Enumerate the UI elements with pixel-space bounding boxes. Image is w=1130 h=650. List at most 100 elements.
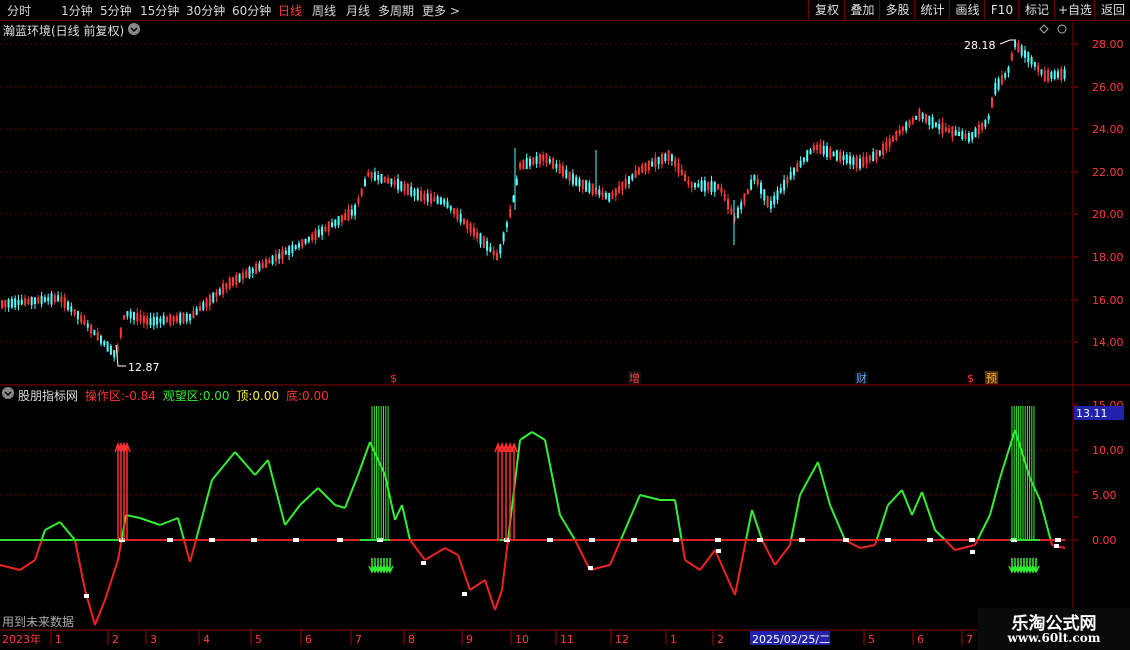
candle-body	[700, 180, 703, 191]
candle-body	[713, 181, 716, 192]
candle-body	[562, 166, 564, 177]
candle-body	[96, 332, 99, 341]
event-marker-dividend[interactable]: $	[390, 372, 397, 385]
candle-body	[773, 195, 776, 205]
candle-body	[380, 174, 383, 183]
indicator-grid	[0, 404, 1078, 541]
candle-body	[1053, 70, 1056, 80]
candle-body	[604, 192, 607, 199]
indicator-segment	[177, 517, 185, 541]
candle-body	[10, 298, 13, 308]
x-tick-label: 5	[868, 633, 875, 646]
indicator-segment	[267, 459, 286, 526]
candle-body	[634, 170, 637, 178]
price-tick-label: 24.00	[1092, 123, 1124, 136]
candle-body	[756, 178, 759, 185]
indicator-segment	[494, 589, 503, 611]
event-marker-dividend-2[interactable]: $	[967, 372, 974, 385]
candle-body	[892, 136, 894, 142]
candle-body	[654, 157, 657, 167]
candle-body	[888, 138, 891, 147]
candle-body	[294, 245, 297, 250]
candle-body	[245, 270, 248, 278]
price-panel-title: 瀚蓝环境(日线 前复权)	[3, 24, 125, 38]
candle-body	[410, 186, 413, 196]
candle-body	[278, 253, 281, 259]
candle-body	[80, 314, 83, 323]
candle-body	[304, 238, 307, 244]
candle-body	[895, 130, 898, 141]
candle-body	[60, 296, 63, 303]
candle-body	[908, 120, 911, 127]
price-tick-label: 18.00	[1092, 251, 1124, 264]
candle-body	[476, 231, 479, 239]
candle-body	[301, 239, 304, 248]
candle-body	[845, 154, 848, 164]
baseline-marker	[377, 538, 383, 542]
candle-body	[331, 222, 333, 228]
indicator-segment	[44, 521, 61, 531]
candle-body	[1037, 65, 1040, 72]
candle-body	[690, 182, 693, 188]
candle-body	[984, 119, 987, 127]
candle-body	[558, 163, 561, 174]
candle-body	[67, 301, 69, 310]
candle-body	[268, 259, 271, 264]
candle-body	[786, 176, 789, 184]
candle-body	[502, 232, 505, 242]
candle-body	[390, 178, 393, 185]
candle-body	[321, 226, 324, 236]
candle-body	[397, 178, 399, 190]
y-tick-labels: 28.00 26.00 24.00 22.00 20.00 18.00 16.00 14.00…	[1092, 38, 1124, 547]
baseline-marker	[337, 538, 343, 542]
indicator-segment	[183, 539, 191, 563]
candle-body	[162, 315, 165, 325]
indicator-legend: 股朋指标网 操作区:-0.84 观望区:0.00 顶:0.00 底:0.00	[18, 387, 329, 404]
turn-marker	[1054, 544, 1059, 548]
candle-body	[664, 153, 667, 161]
candle-body	[486, 241, 489, 251]
event-marker-finance[interactable]: 财	[856, 371, 867, 385]
candle-body	[694, 183, 696, 188]
chevron-down-icon[interactable]	[128, 23, 140, 35]
candle-body	[911, 118, 914, 124]
candle-body	[387, 177, 390, 184]
x-tick-label: 3	[150, 633, 157, 646]
candle-body	[512, 195, 515, 202]
event-marker-increase[interactable]: 增	[629, 371, 640, 385]
candle-body	[618, 185, 621, 194]
turn-marker	[970, 550, 975, 554]
settings-circle-icon[interactable]	[1057, 24, 1067, 34]
candle-body	[430, 193, 432, 204]
event-marker-forecast[interactable]: 预	[986, 372, 997, 385]
candle-body	[542, 154, 545, 161]
op-label: 操作区:	[84, 389, 125, 403]
indicator-segment	[684, 559, 701, 571]
candle-body	[987, 115, 990, 120]
indicator-segment	[619, 529, 626, 541]
candle-body	[905, 122, 908, 131]
diamond-icon[interactable]	[1039, 24, 1049, 34]
candle-body	[680, 169, 683, 176]
candle-body	[875, 149, 878, 160]
x-tick-label: 10	[515, 633, 529, 646]
indicator-segment	[117, 539, 123, 561]
candle-body	[261, 262, 264, 268]
indicator-segment	[125, 514, 141, 519]
indicator-segment	[254, 459, 269, 476]
indicator-segment	[544, 439, 561, 516]
candle-body	[763, 189, 766, 201]
op-value: -0.84	[124, 389, 156, 403]
candle-body	[575, 176, 578, 186]
candle-body	[753, 174, 756, 181]
x-tick-label: 12	[615, 633, 629, 646]
candle-body	[746, 189, 749, 195]
candle-body	[736, 207, 739, 219]
candle-body	[436, 196, 439, 204]
candle-body	[76, 311, 79, 320]
indicator-tick-label: 10.00	[1092, 444, 1124, 457]
baseline-marker	[673, 538, 679, 542]
candle-body	[166, 317, 168, 323]
indicator-segment	[344, 474, 359, 509]
indicator-chevron-down-icon[interactable]	[2, 387, 14, 399]
